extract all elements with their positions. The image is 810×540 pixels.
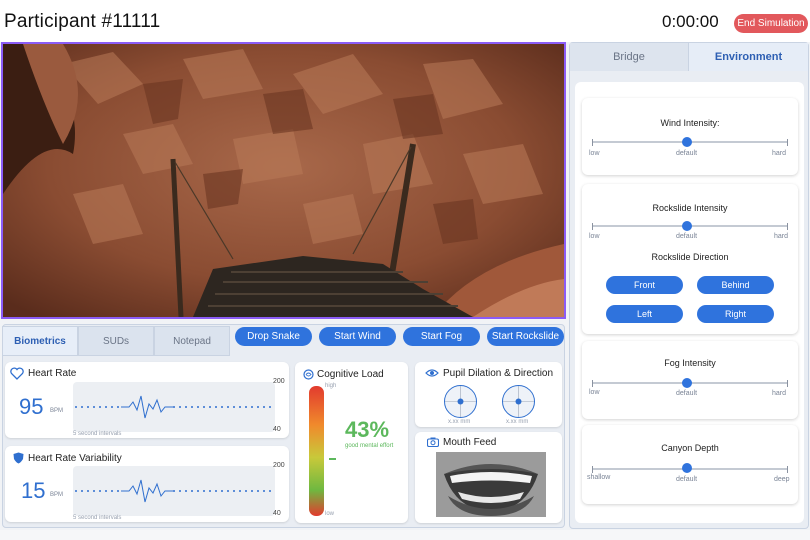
heart-rate-wave [75, 395, 273, 419]
canyon-slider-tick [592, 466, 593, 473]
wind-intensity-label: Wind Intensity: [660, 118, 720, 128]
hrv-chart [73, 466, 275, 516]
tab-bridge[interactable]: Bridge [570, 43, 689, 71]
rockslide-card: Rockslide Intensity low default hard Roc… [582, 184, 798, 334]
canyon-min-label: shallow [587, 474, 611, 481]
fog-slider-tick [787, 380, 788, 387]
mouth-feed-image [436, 452, 546, 517]
participant-title: Participant #11111 [4, 11, 161, 32]
wind-slider-tick [592, 139, 593, 146]
camera-icon [427, 437, 439, 447]
left-pupil-value: x.xx mm [448, 419, 471, 425]
heart-rate-value: 95 [19, 394, 44, 419]
tab-suds[interactable]: SUDs [78, 326, 154, 356]
heart-rate-title: Heart Rate [28, 368, 77, 379]
rockslide-slider-tick [787, 223, 788, 230]
canyon-scene-image [3, 44, 564, 317]
fog-min-label: low [589, 389, 600, 396]
heart-rate-unit: BPM [50, 408, 64, 414]
fog-max-label: hard [772, 390, 787, 397]
biometrics-tabs: Biometrics SUDs Notepad [2, 326, 230, 356]
direction-left-button[interactable]: Left [606, 305, 683, 323]
bottom-strip [0, 530, 810, 540]
canyon-max-label: deep [774, 476, 790, 483]
cognitive-load-gauge [309, 386, 324, 516]
heart-rate-scale-min: 40 [273, 426, 281, 433]
cognitive-load-title: Cognitive Load [317, 369, 384, 380]
direction-right-button[interactable]: Right [697, 305, 774, 323]
cognitive-load-caption: good mental effort [345, 443, 394, 449]
cognitive-low-label: low [325, 511, 335, 517]
fog-mid-label: default [676, 390, 698, 397]
cognitive-high-label: high [325, 383, 337, 389]
wind-slider-tick [787, 139, 788, 146]
start-rockslide-button[interactable]: Start Rockslide [487, 327, 564, 346]
fog-slider-knob[interactable] [682, 378, 692, 388]
hrv-title: Heart Rate Variability [28, 453, 122, 464]
eye-icon [425, 369, 439, 377]
rockslide-slider-tick [592, 223, 593, 230]
rockslide-min-label: low [589, 233, 600, 240]
heart-rate-card: Heart Rate 95 BPM 200 40 5 second interv… [5, 362, 289, 438]
hrv-scale-min: 40 [273, 510, 281, 517]
end-simulation-button[interactable]: End Simulation [734, 14, 808, 33]
rockslide-slider-knob[interactable] [682, 221, 692, 231]
wind-min-label: low [589, 150, 600, 157]
cognitive-load-card: Cognitive Load high low 43% good mental … [295, 362, 408, 523]
direction-behind-button[interactable]: Behind [697, 276, 774, 294]
cognitive-load-marker [329, 458, 336, 460]
rockslide-max-label: hard [774, 233, 789, 240]
canyon-depth-label: Canyon Depth [661, 443, 719, 453]
rockslide-intensity-label: Rockslide Intensity [652, 203, 728, 213]
hrv-interval-note: 5 second intervals [73, 515, 122, 521]
wind-slider-knob[interactable] [682, 137, 692, 147]
fog-slider-tick [592, 380, 593, 387]
start-wind-button[interactable]: Start Wind [319, 327, 396, 346]
heart-rate-interval-note: 5 second intervals [73, 431, 122, 437]
start-fog-button[interactable]: Start Fog [403, 327, 480, 346]
tab-biometrics[interactable]: Biometrics [2, 326, 78, 356]
pupil-title: Pupil Dilation & Direction [443, 368, 554, 379]
header-bar: Participant #11111 0:00:00 End Simulatio… [0, 0, 810, 42]
shield-heart-icon [13, 452, 24, 464]
fog-intensity-label: Fog Intensity [664, 358, 716, 368]
heart-icon [10, 367, 24, 380]
hrv-scale-max: 200 [273, 462, 285, 469]
hrv-unit: BPM [50, 492, 64, 498]
pupil-card: Pupil Dilation & Direction x.xx mm x.xx … [415, 362, 562, 427]
brain-icon [303, 369, 314, 380]
mouth-feed-card: Mouth Feed [415, 432, 562, 523]
session-timer: 0:00:00 [662, 12, 719, 31]
mouth-feed-title: Mouth Feed [443, 437, 497, 448]
wind-mid-label: default [676, 150, 698, 157]
heart-rate-scale-max: 200 [273, 378, 285, 385]
wind-intensity-card: Wind Intensity: low default hard [582, 98, 798, 175]
hrv-value: 15 [21, 478, 46, 503]
tab-environment[interactable]: Environment [689, 43, 808, 71]
rockslide-direction-label: Rockslide Direction [651, 252, 729, 262]
tab-notepad[interactable]: Notepad [154, 326, 230, 356]
canyon-slider-tick [787, 466, 788, 473]
right-pupil-icon [502, 385, 535, 418]
hrv-wave [75, 479, 273, 503]
direction-front-button[interactable]: Front [606, 276, 683, 294]
simulation-viewport [1, 42, 566, 319]
rockslide-mid-label: default [676, 233, 698, 240]
wind-max-label: hard [772, 150, 787, 157]
canyon-depth-card: Canyon Depth shallow default deep [582, 425, 798, 504]
cognitive-load-percent: 43% [345, 417, 390, 442]
left-pupil-icon [444, 385, 477, 418]
canyon-slider-knob[interactable] [682, 463, 692, 473]
drop-snake-button[interactable]: Drop Snake [235, 327, 312, 346]
right-pupil-value: x.xx mm [506, 419, 529, 425]
hrv-card: Heart Rate Variability 15 BPM 200 40 5 s… [5, 446, 289, 522]
heart-rate-chart [73, 382, 275, 432]
fog-intensity-card: Fog Intensity low default hard [582, 341, 798, 419]
canyon-mid-label: default [676, 476, 698, 483]
